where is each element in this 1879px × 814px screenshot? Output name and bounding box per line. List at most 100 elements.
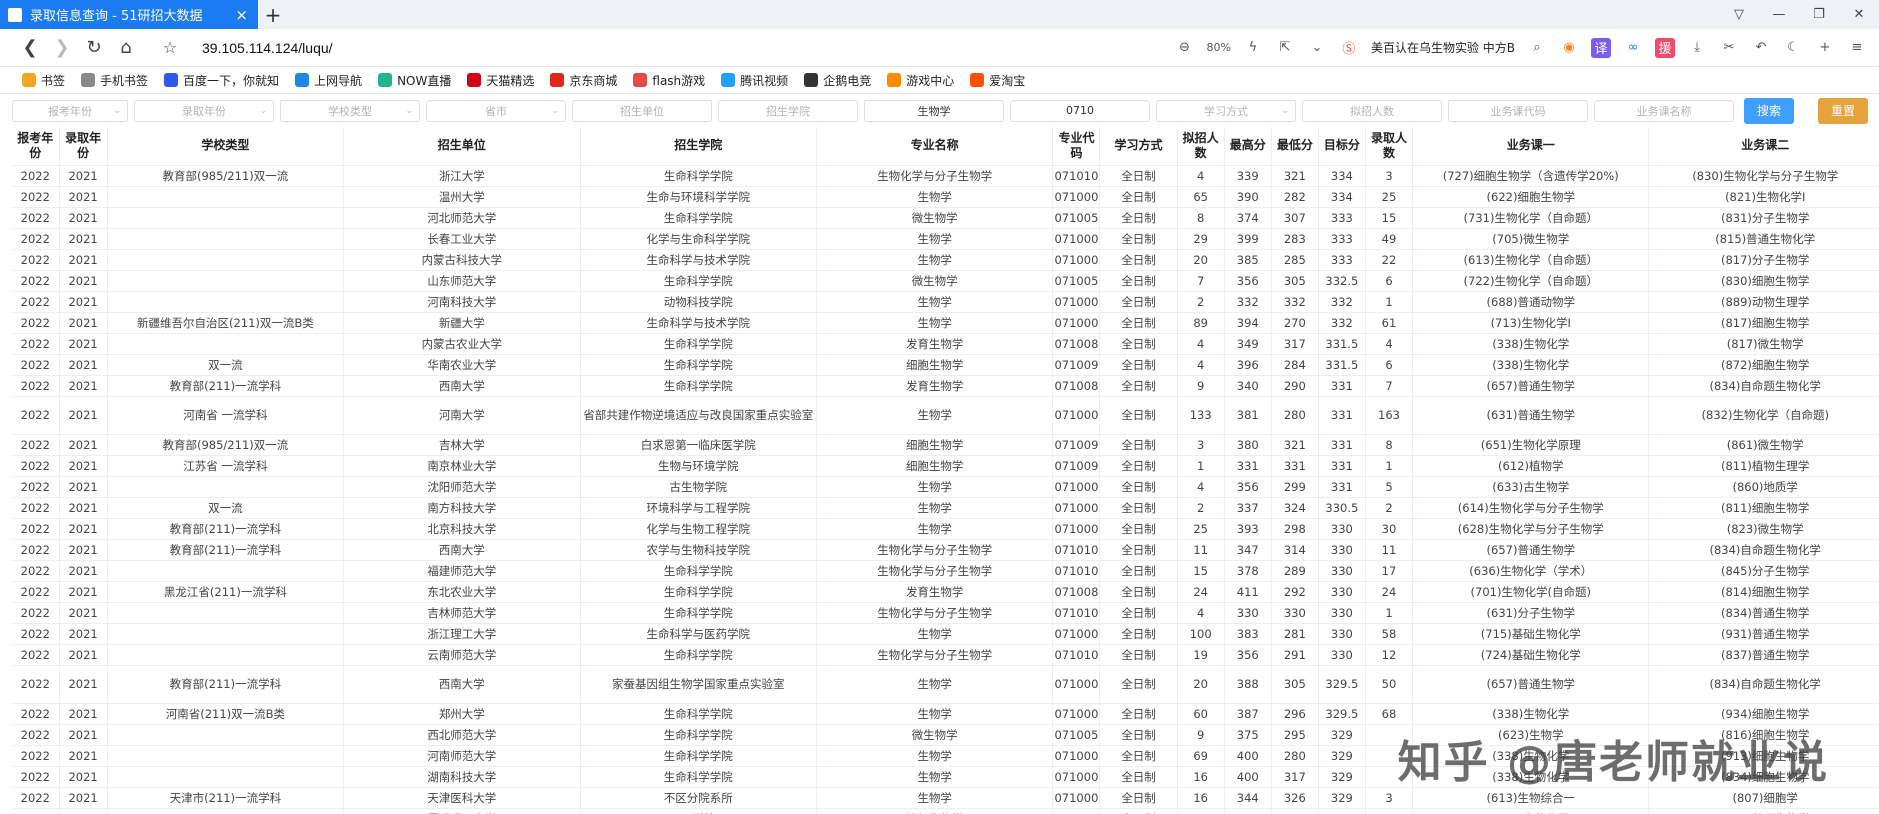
table-row[interactable]: 2022 2021 江苏省 一流学科 南京林业大学 生物与环境学院 细胞生物学 071009… [12, 455, 1879, 477]
column-header[interactable]: 拟招人数 [1177, 127, 1225, 166]
search-icon[interactable]: ⌕ [1527, 38, 1547, 58]
translate-icon[interactable]: 译 [1591, 37, 1611, 58]
cut-icon[interactable]: ✂ [1719, 38, 1739, 58]
collapse-icon[interactable]: ▽ [1719, 0, 1759, 29]
table-row[interactable]: 2022 2021 河南省 一流学科 河南大学 省部共建作物逆境适应与改良国家重点实验室… [12, 396, 1879, 435]
share-icon[interactable]: ⇱ [1275, 38, 1295, 58]
url-input[interactable]: 39.105.114.124/luqu/ [202, 40, 333, 56]
column-header[interactable]: 招生单位 [343, 127, 581, 166]
filter-field[interactable]: 学校类型 ⌄ [280, 99, 420, 122]
column-header[interactable]: 业务课一 [1412, 127, 1650, 166]
bookmark-item[interactable]: 百度一下，你就知 [164, 72, 279, 89]
undo-icon[interactable]: ↶ [1751, 38, 1771, 58]
zoom-icon[interactable]: ⊖ [1174, 38, 1194, 58]
table-row[interactable]: 20222021昆明理工大学医学院神经生物学071006全日制932932932… [12, 808, 1879, 814]
column-header[interactable]: 录取人数 [1365, 127, 1414, 166]
column-header[interactable]: 专业代码 [1052, 127, 1101, 166]
bookmark-item[interactable]: 京东商城 [550, 72, 617, 89]
bookmark-item[interactable]: 手机书签 [81, 72, 148, 89]
moon-icon[interactable]: ☾ [1783, 38, 1803, 58]
zoom-level[interactable]: 80% [1206, 41, 1230, 54]
game-icon[interactable]: ◉ [1559, 38, 1579, 58]
plus-icon[interactable]: + [1815, 38, 1835, 58]
table-row[interactable]: 2022 2021 双一流 华南农业大学 生命科学学院 细胞生物学 071009 全日制 4 39… [12, 354, 1879, 376]
table-row[interactable]: 2022 2021 内蒙古科技大学 生命科学与技术学院 生物学 071000 全日制 20 38… [12, 249, 1879, 271]
bookmark-item[interactable]: 游戏中心 [887, 72, 954, 89]
back-icon[interactable]: ❮ [14, 33, 46, 63]
column-header[interactable]: 业务课二 [1648, 127, 1879, 166]
table-row[interactable]: 2022 2021 浙江理工大学 生命科学与医药学院 生物学 071000 全日制 100 38… [12, 623, 1879, 645]
filter-field[interactable]: 生物学 [864, 99, 1004, 122]
table-row[interactable]: 2022 2021 福建师范大学 生命科学学院 生物化学与分子生物学 071010 全日制 1… [12, 560, 1879, 582]
bookmark-item[interactable]: 书签 [22, 72, 65, 89]
table-row[interactable]: 2022 2021 教育部(985/211)双一流 浙江大学 生命科学学院 生物化学与分子… [12, 165, 1879, 187]
menu-icon[interactable]: ≡ [1847, 38, 1867, 58]
minimize-button[interactable]: — [1759, 0, 1799, 29]
restore-button[interactable]: ❐ [1799, 0, 1839, 29]
table-row[interactable]: 2022 2021 河北师范大学 生命科学学院 微生物学 071005 全日制 8 374 307… [12, 207, 1879, 229]
table-row[interactable]: 2022 2021 吉林师范大学 生命科学学院 生物化学与分子生物学 071010 全日制 4… [12, 602, 1879, 624]
browser-tab[interactable]: 录取信息查询 - 51研招大数据 × [0, 0, 258, 29]
filter-field[interactable]: 业务课名称 [1594, 99, 1734, 122]
bookmark-item[interactable]: 天猫精选 [467, 72, 534, 89]
close-tab-icon[interactable]: × [235, 6, 248, 24]
search-input[interactable]: 美百认在乌生物实验 中方B [1371, 39, 1515, 56]
star-icon[interactable]: ☆ [154, 33, 186, 63]
reset-button[interactable]: 重置 [1818, 97, 1868, 124]
table-row[interactable]: 2022 2021 双一流 南方科技大学 环境科学与工程学院 生物学 071000 全日制 2 3… [12, 497, 1879, 519]
filter-field[interactable]: 拟招人数 [1302, 99, 1442, 122]
table-row[interactable]: 2022 2021 教育部(211)一流学科 西南大学 农学与生物科技学院 生物化学与分子… [12, 539, 1879, 561]
refresh-icon[interactable]: ↻ [78, 33, 110, 63]
dropdown-icon[interactable]: ⌄ [1307, 38, 1327, 58]
table-cell: 329 [1224, 808, 1272, 814]
filter-field[interactable]: 0710 [1010, 99, 1150, 122]
bookmark-item[interactable]: 企鹅电竞 [804, 72, 871, 89]
filter-field[interactable]: 招生单位 [572, 99, 712, 122]
infinity-icon[interactable]: ∞ [1623, 38, 1643, 58]
table-row[interactable]: 2022 2021 山东师范大学 生命科学学院 微生物学 071005 全日制 7 356 305… [12, 270, 1879, 292]
search-button[interactable]: 搜索 [1744, 97, 1794, 124]
filter-field[interactable]: 招生学院 [718, 99, 858, 122]
bookmark-item[interactable]: 上网导航 [295, 72, 362, 89]
bookmark-item[interactable]: 腾讯视频 [721, 72, 788, 89]
table-row[interactable]: 2022 2021 沈阳师范大学 古生物学院 生物学 071000 全日制 4 356 299 33… [12, 476, 1879, 498]
forward-icon[interactable]: ❯ [46, 33, 78, 63]
column-header[interactable]: 录取年份 [59, 127, 108, 166]
search-engine-icon[interactable]: Ⓢ [1339, 38, 1359, 58]
table-row[interactable]: 2022 2021 教育部(985/211)双一流 吉林大学 白求恩第一临床医学院 细胞生… [12, 434, 1879, 456]
table-row[interactable]: 2022 2021 教育部(211)一流学科 北京科技大学 化学与生物工程学院 生物学 07… [12, 518, 1879, 540]
table-row[interactable]: 2022 2021 教育部(211)一流学科 西南大学 家蚕基因组生物学国家重点实验室生… [12, 665, 1879, 704]
column-header[interactable]: 专业名称 [816, 127, 1054, 166]
table-row[interactable]: 2022 2021 河南省(211)双一流B类 郑州大学 生命科学学院 生物学 071000… [12, 703, 1879, 725]
download-icon[interactable]: ⤓ [1687, 38, 1707, 58]
column-header[interactable]: 报考年份 [12, 127, 60, 166]
table-row[interactable]: 2022 2021 教育部(211)一流学科 西南大学 生命科学学院 发育生物学 07100… [12, 375, 1879, 397]
filter-field[interactable]: 报考年份 ⌄ [12, 99, 128, 122]
flash-icon[interactable]: ϟ [1243, 38, 1263, 58]
plugin-icon[interactable]: 援 [1655, 37, 1675, 58]
table-row[interactable]: 2022 2021 温州大学 生命与环境科学学院 生物学 071000 全日制 65 390 28… [12, 186, 1879, 208]
table-row[interactable]: 2022 2021 内蒙古农业大学 生命科学学院 发育生物学 071008 全日制 4 349 3… [12, 333, 1879, 355]
table-row[interactable]: 2022 2021 云南师范大学 生命科学学院 生物化学与分子生物学 071010 全日制 1… [12, 644, 1879, 666]
table-row[interactable]: 2022 2021 长春工业大学 化学与生命科学学院 生物学 071000 全日制 29 399… [12, 228, 1879, 250]
bookmark-item[interactable]: 爱淘宝 [970, 72, 1025, 89]
bookmark-item[interactable]: flash游戏 [633, 72, 705, 89]
close-window-button[interactable]: ✕ [1839, 0, 1879, 29]
column-header[interactable]: 学校类型 [107, 127, 345, 166]
table-row[interactable]: 2022 2021 河南科技大学 动物科技学院 生物学 071000 全日制 2 332 332 3… [12, 291, 1879, 313]
column-header[interactable]: 招生学院 [580, 127, 817, 166]
table-row[interactable]: 2022 2021 黑龙江省(211)一流学科 东北农业大学 生命科学学院 发育生物学 07… [12, 581, 1879, 603]
column-header[interactable]: 最高分 [1224, 127, 1272, 166]
table-row[interactable]: 2022 2021 天津市(211)一流学科 天津医科大学 不区分院系所 生物学 07100… [12, 787, 1879, 809]
column-header[interactable]: 学习方式 [1099, 127, 1178, 166]
filter-field[interactable]: 学习方式 ⌄ [1156, 99, 1296, 122]
new-tab-button[interactable]: + [258, 0, 288, 29]
filter-field[interactable]: 业务课代码 [1448, 99, 1588, 122]
filter-field[interactable]: 录取年份 ⌄ [134, 99, 274, 122]
bookmark-item[interactable]: NOW直播 [378, 72, 451, 89]
column-header[interactable]: 最低分 [1271, 127, 1319, 166]
table-row[interactable]: 2022 2021 新疆维吾尔自治区(211)双一流B类 新疆大学 生命科学与技术学院生… [12, 312, 1879, 334]
column-header[interactable]: 目标分 [1318, 127, 1366, 166]
filter-field[interactable]: 省市 ⌄ [426, 99, 566, 122]
home-icon[interactable]: ⌂ [110, 33, 142, 63]
